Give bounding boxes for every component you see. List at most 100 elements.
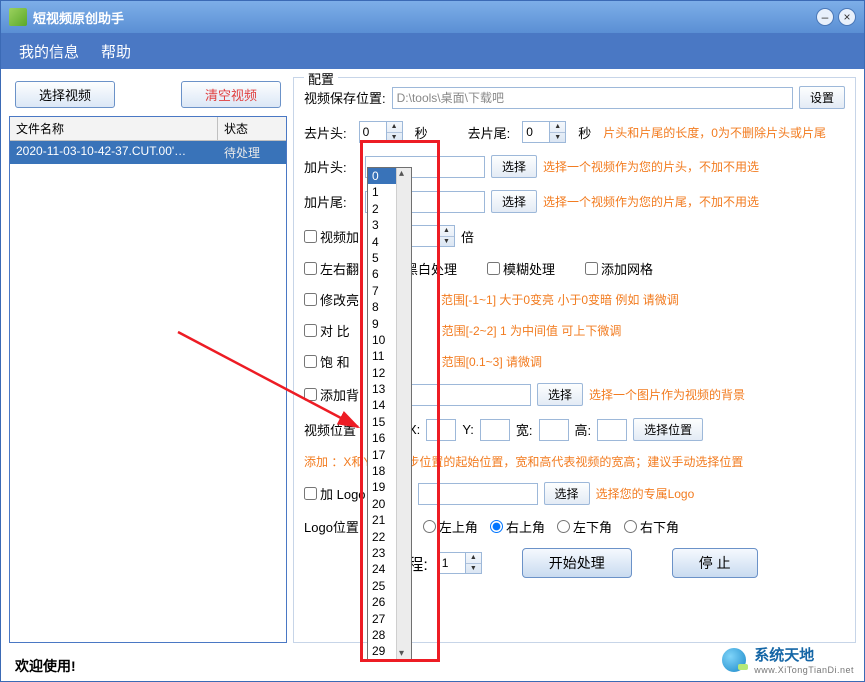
col-status[interactable]: 状态: [218, 117, 286, 140]
speed-checkbox[interactable]: 视频加: [304, 227, 359, 246]
saturation-checkbox[interactable]: 饱 和: [304, 352, 350, 371]
dropdown-option[interactable]: 28: [368, 627, 396, 643]
watermark-text: 系统天地: [754, 644, 854, 665]
chevron-up-icon[interactable]: ▲: [387, 122, 402, 133]
y-label: Y:: [462, 422, 474, 437]
grid-checkbox[interactable]: 添加网格: [585, 259, 653, 278]
chevron-down-icon[interactable]: ▼: [387, 133, 402, 143]
dropdown-option[interactable]: 24: [368, 561, 396, 577]
scrollbar[interactable]: [396, 168, 411, 659]
add-head-label: 加片头:: [304, 157, 359, 176]
dropdown-option[interactable]: 4: [368, 234, 396, 250]
minimize-button[interactable]: –: [816, 8, 834, 26]
close-button[interactable]: ×: [838, 8, 856, 26]
dropdown-option[interactable]: 11: [368, 348, 396, 364]
threads-spinner[interactable]: ▲▼: [438, 552, 482, 574]
dropdown-option[interactable]: 16: [368, 430, 396, 446]
radio-bl[interactable]: 左下角: [557, 517, 612, 536]
bg-select-button[interactable]: 选择: [537, 383, 583, 406]
dropdown-option[interactable]: 8: [368, 299, 396, 315]
dropdown-option[interactable]: 9: [368, 316, 396, 332]
chevron-up-icon[interactable]: ▲: [550, 122, 565, 133]
add-head-hint: 选择一个视频作为您的片头，不加不用选: [543, 158, 759, 175]
x-input[interactable]: [426, 419, 456, 441]
contrast-checkbox[interactable]: 对 比: [304, 321, 350, 340]
dropdown-option[interactable]: 1: [368, 184, 396, 200]
saturation-hint: 范围[0.1~3] 请微调: [442, 353, 542, 370]
set-path-button[interactable]: 设置: [799, 86, 845, 109]
dropdown-option[interactable]: 7: [368, 283, 396, 299]
cell-filename: 2020-11-03-10-42-37.CUT.00'…: [10, 141, 218, 164]
globe-icon: [720, 646, 748, 674]
menubar: 我的信息 帮助: [1, 33, 864, 69]
bg-hint: 选择一个图片作为视频的背景: [589, 386, 745, 403]
dropdown-option[interactable]: 29: [368, 643, 396, 659]
dropdown-option[interactable]: 2: [368, 201, 396, 217]
chevron-down-icon[interactable]: ▼: [439, 237, 454, 247]
dropdown-option[interactable]: 19: [368, 479, 396, 495]
radio-tr[interactable]: 右上角: [490, 517, 545, 536]
dropdown-option[interactable]: 14: [368, 397, 396, 413]
add-tail-hint: 选择一个视频作为您的片尾，不加不用选: [543, 193, 759, 210]
blur-checkbox[interactable]: 模糊处理: [487, 259, 555, 278]
y-input[interactable]: [480, 419, 510, 441]
chevron-up-icon[interactable]: ▲: [439, 226, 454, 237]
dropdown-option[interactable]: 23: [368, 545, 396, 561]
dropdown-option[interactable]: 10: [368, 332, 396, 348]
flip-checkbox[interactable]: 左右翻: [304, 259, 359, 278]
add-bg-checkbox[interactable]: 添加背: [304, 385, 359, 404]
dropdown-option[interactable]: 26: [368, 594, 396, 610]
pos-button[interactable]: 选择位置: [633, 418, 703, 441]
dropdown-option[interactable]: 25: [368, 578, 396, 594]
menu-help[interactable]: 帮助: [101, 41, 131, 62]
dropdown-list[interactable]: 0123456789101112131415161718192021222324…: [367, 167, 412, 660]
start-button[interactable]: 开始处理: [522, 548, 632, 578]
dropdown-option[interactable]: 27: [368, 611, 396, 627]
logo-checkbox[interactable]: 加 Logo: [304, 484, 366, 503]
dropdown-option[interactable]: 6: [368, 266, 396, 282]
cell-status: 待处理: [218, 141, 286, 164]
trim-head-spinner[interactable]: ▲▼: [359, 121, 403, 143]
logo-select-button[interactable]: 选择: [544, 482, 590, 505]
pos-label: 视频位置: [304, 420, 356, 439]
h-input[interactable]: [597, 419, 627, 441]
dropdown-option[interactable]: 13: [368, 381, 396, 397]
watermark: 系统天地 www.XiTongTianDi.net: [720, 644, 854, 675]
select-video-button[interactable]: 选择视频: [15, 81, 115, 108]
chevron-up-icon[interactable]: ▲: [466, 553, 481, 564]
brightness-checkbox[interactable]: 修改亮: [304, 290, 359, 309]
dropdown-option[interactable]: 5: [368, 250, 396, 266]
bg-input[interactable]: [411, 384, 531, 406]
radio-tl[interactable]: 左上角: [423, 517, 478, 536]
stop-button[interactable]: 停 止: [672, 548, 758, 578]
chevron-down-icon[interactable]: ▼: [466, 564, 481, 574]
col-filename[interactable]: 文件名称: [10, 117, 218, 140]
sec-label: 秒: [578, 123, 591, 142]
dropdown-option[interactable]: 20: [368, 496, 396, 512]
menu-my-info[interactable]: 我的信息: [19, 41, 79, 62]
trim-tail-spinner[interactable]: ▲▼: [522, 121, 566, 143]
dropdown-option[interactable]: 12: [368, 365, 396, 381]
radio-br[interactable]: 右下角: [624, 517, 679, 536]
table-row[interactable]: 2020-11-03-10-42-37.CUT.00'… 待处理: [10, 141, 286, 164]
save-path-label: 视频保存位置:: [304, 88, 386, 107]
chevron-down-icon[interactable]: ▼: [550, 133, 565, 143]
config-legend: 配置: [304, 69, 338, 88]
add-tail-select-button[interactable]: 选择: [491, 190, 537, 213]
dropdown-option[interactable]: 17: [368, 447, 396, 463]
save-path-input[interactable]: [392, 87, 793, 109]
logo-hint: 选择您的专属Logo: [596, 485, 695, 502]
add-head-select-button[interactable]: 选择: [491, 155, 537, 178]
dropdown-option[interactable]: 15: [368, 414, 396, 430]
app-icon: [9, 8, 27, 26]
w-input[interactable]: [539, 419, 569, 441]
dropdown-option[interactable]: 21: [368, 512, 396, 528]
clear-video-button[interactable]: 清空视频: [181, 81, 281, 108]
dropdown-option[interactable]: 22: [368, 529, 396, 545]
logo-input[interactable]: [418, 483, 538, 505]
dropdown-option[interactable]: 3: [368, 217, 396, 233]
watermark-url: www.XiTongTianDi.net: [754, 665, 854, 675]
speed-spinner[interactable]: ▲▼: [411, 225, 455, 247]
dropdown-option[interactable]: 18: [368, 463, 396, 479]
dropdown-option[interactable]: 0: [368, 168, 396, 184]
